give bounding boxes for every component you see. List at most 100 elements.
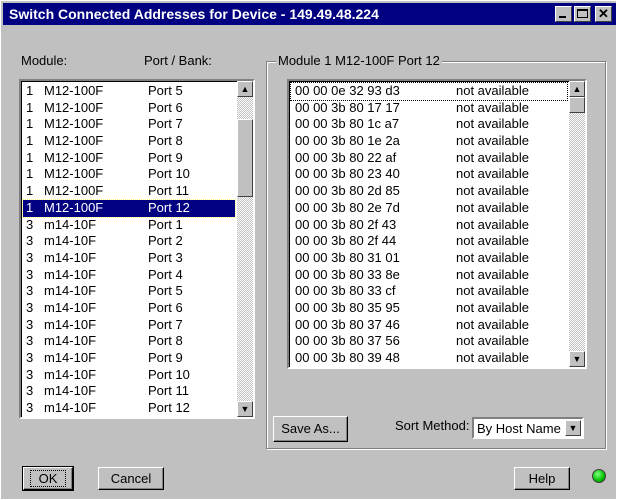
host-name: not available [456, 283, 529, 299]
scroll-thumb[interactable] [237, 119, 253, 197]
table-row[interactable]: 00 00 0e 32 93 d3 not available [290, 82, 568, 101]
minimize-button[interactable] [555, 6, 572, 22]
scroll-down-button[interactable]: ▼ [237, 401, 253, 417]
table-row[interactable]: 00 00 3b 80 39 48 not available [291, 350, 567, 367]
table-row[interactable]: 00 00 3b 80 31 01 not available [291, 250, 567, 267]
module-name: m14-10F [44, 216, 97, 232]
list-item[interactable]: 3 m14-10F Port 11 [23, 383, 235, 400]
mac-address: 00 00 3b 80 2e 7d [295, 199, 400, 215]
ok-label: OK [29, 470, 67, 487]
host-name: not available [456, 316, 529, 332]
table-row[interactable]: 00 00 3b 80 22 af not available [291, 150, 567, 167]
mac-address: 00 00 3b 80 17 17 [295, 99, 400, 115]
table-row[interactable]: 00 00 3b 80 37 46 not available [291, 317, 567, 334]
scroll-up-button[interactable]: ▲ [237, 81, 253, 97]
module-port-list[interactable]: 1 M12-100F Port 5 1 M12-100F Port 6 1 M12-100F P… [19, 79, 255, 419]
module-number: 3 [26, 400, 34, 416]
port-name: Port 8 [148, 333, 183, 349]
list-item[interactable]: 3 m14-10F Port 9 [23, 350, 235, 367]
mac-address: 00 00 3b 80 35 95 [295, 299, 400, 315]
mac-address: 00 00 3b 80 33 8e [295, 266, 400, 282]
address-list-scrollbar[interactable]: ▲ ▼ [569, 81, 585, 367]
dropdown-arrow-icon: ▼ [568, 423, 578, 433]
host-name: not available [456, 199, 529, 215]
mac-address: 00 00 3b 80 22 af [295, 149, 397, 165]
module-number: 1 [26, 166, 34, 182]
table-row[interactable]: 00 00 3b 80 35 95 not available [291, 300, 567, 317]
table-row[interactable]: 00 00 3b 80 1e 2a not available [291, 133, 567, 150]
port-name: Port 12 [148, 400, 190, 416]
module-number: 3 [26, 333, 34, 349]
maximize-button[interactable] [574, 6, 591, 22]
list-item[interactable]: 3 m14-10F Port 5 [23, 283, 235, 300]
port-name: Port 11 [148, 383, 189, 399]
module-number: 3 [26, 350, 34, 365]
host-name: not available [456, 299, 529, 315]
table-row[interactable]: 00 00 3b 80 33 8e not available [291, 267, 567, 284]
addresses-group-title: Module 1 M12-100F Port 12 [276, 53, 442, 68]
module-name: m14-10F [44, 266, 97, 282]
list-item[interactable]: 3 m14-10F Port 10 [23, 367, 235, 384]
table-row[interactable]: 00 00 3b 80 17 17 not available [291, 100, 567, 117]
port-name: Port 7 [148, 116, 183, 132]
list-item[interactable]: 3 m14-10F Port 12 [23, 400, 235, 417]
list-item[interactable]: 3 m14-10F Port 7 [23, 317, 235, 334]
table-row[interactable]: 00 00 3b 80 23 40 not available [291, 166, 567, 183]
save-as-button[interactable]: Save As... [273, 416, 348, 442]
close-button[interactable]: ✕ [595, 6, 612, 22]
list-item[interactable]: 1 M12-100F Port 11 [23, 183, 235, 200]
module-number: 1 [26, 199, 34, 215]
list-item[interactable]: 1 M12-100F Port 12 [22, 198, 236, 218]
table-row[interactable]: 00 00 3b 80 33 cf not available [291, 283, 567, 300]
list-item[interactable]: 3 m14-10F Port 1 [23, 217, 235, 234]
scroll-down-button[interactable]: ▼ [569, 351, 585, 367]
list-item[interactable]: 1 M12-100F Port 8 [23, 133, 235, 150]
title-bar[interactable]: Switch Connected Addresses for Device - … [3, 3, 616, 25]
table-row[interactable]: 00 00 3b 80 2d 85 not available [291, 183, 567, 200]
list-item[interactable]: 1 M12-100F Port 10 [23, 166, 235, 183]
list-item[interactable]: 3 m14-10F Port 4 [23, 267, 235, 284]
scroll-thumb[interactable] [569, 97, 585, 113]
module-number: 3 [26, 266, 34, 282]
module-port-rows: 1 M12-100F Port 5 1 M12-100F Port 6 1 M12-100F P… [22, 83, 236, 417]
module-name: M12-100F [44, 183, 104, 199]
address-list[interactable]: 00 00 0e 32 93 d3 not available 00 00 3b 8… [287, 79, 587, 369]
cancel-button[interactable]: Cancel [98, 467, 164, 490]
table-row[interactable]: 00 00 3b 80 2e 7d not available [291, 200, 567, 217]
module-name: m14-10F [44, 366, 97, 382]
table-row[interactable]: 00 00 3b 80 2f 43 not available [291, 217, 567, 234]
scroll-up-button[interactable]: ▲ [569, 81, 585, 97]
sort-method-select[interactable]: By Host Name ▼ [472, 417, 584, 439]
list-item[interactable]: 1 M12-100F Port 7 [23, 116, 235, 133]
mac-address: 00 00 3b 80 31 01 [295, 249, 400, 265]
host-name: not available [456, 166, 529, 182]
list-item[interactable]: 3 m14-10F Port 6 [23, 300, 235, 317]
mac-address: 00 00 3b 80 2f 44 [295, 233, 397, 249]
ok-button[interactable]: OK [22, 466, 74, 491]
list-item[interactable]: 1 M12-100F Port 5 [23, 83, 235, 100]
list-item[interactable]: 3 m14-10F Port 8 [23, 333, 235, 350]
port-name: Port 4 [148, 266, 183, 282]
status-led-icon [592, 469, 606, 483]
module-name: M12-100F [44, 149, 104, 165]
list-item[interactable]: 3 m14-10F Port 2 [23, 233, 235, 250]
port-name: Port 3 [148, 249, 183, 265]
host-name: not available [456, 149, 529, 165]
address-rows: 00 00 0e 32 93 d3 not available 00 00 3b 8… [290, 82, 568, 367]
host-name: not available [456, 216, 529, 232]
table-row[interactable]: 00 00 3b 80 37 56 not available [291, 333, 567, 350]
table-row[interactable]: 00 00 3b 80 2f 44 not available [291, 233, 567, 250]
list-item[interactable]: 1 M12-100F Port 9 [23, 150, 235, 167]
module-number: 1 [26, 99, 34, 115]
module-list-scrollbar[interactable]: ▲ ▼ [237, 81, 253, 417]
list-item[interactable]: 1 M12-100F Port 6 [23, 100, 235, 117]
help-button[interactable]: Help [514, 467, 570, 490]
module-name: M12-100F [44, 99, 104, 115]
sort-method-label: Sort Method: [395, 418, 470, 433]
port-name: Port 8 [148, 133, 183, 149]
dropdown-button[interactable]: ▼ [565, 420, 581, 436]
list-item[interactable]: 3 m14-10F Port 3 [23, 250, 235, 267]
host-name: not available [456, 249, 529, 265]
table-row[interactable]: 00 00 3b 80 1c a7 not available [291, 116, 567, 133]
host-name: not available [456, 266, 529, 282]
